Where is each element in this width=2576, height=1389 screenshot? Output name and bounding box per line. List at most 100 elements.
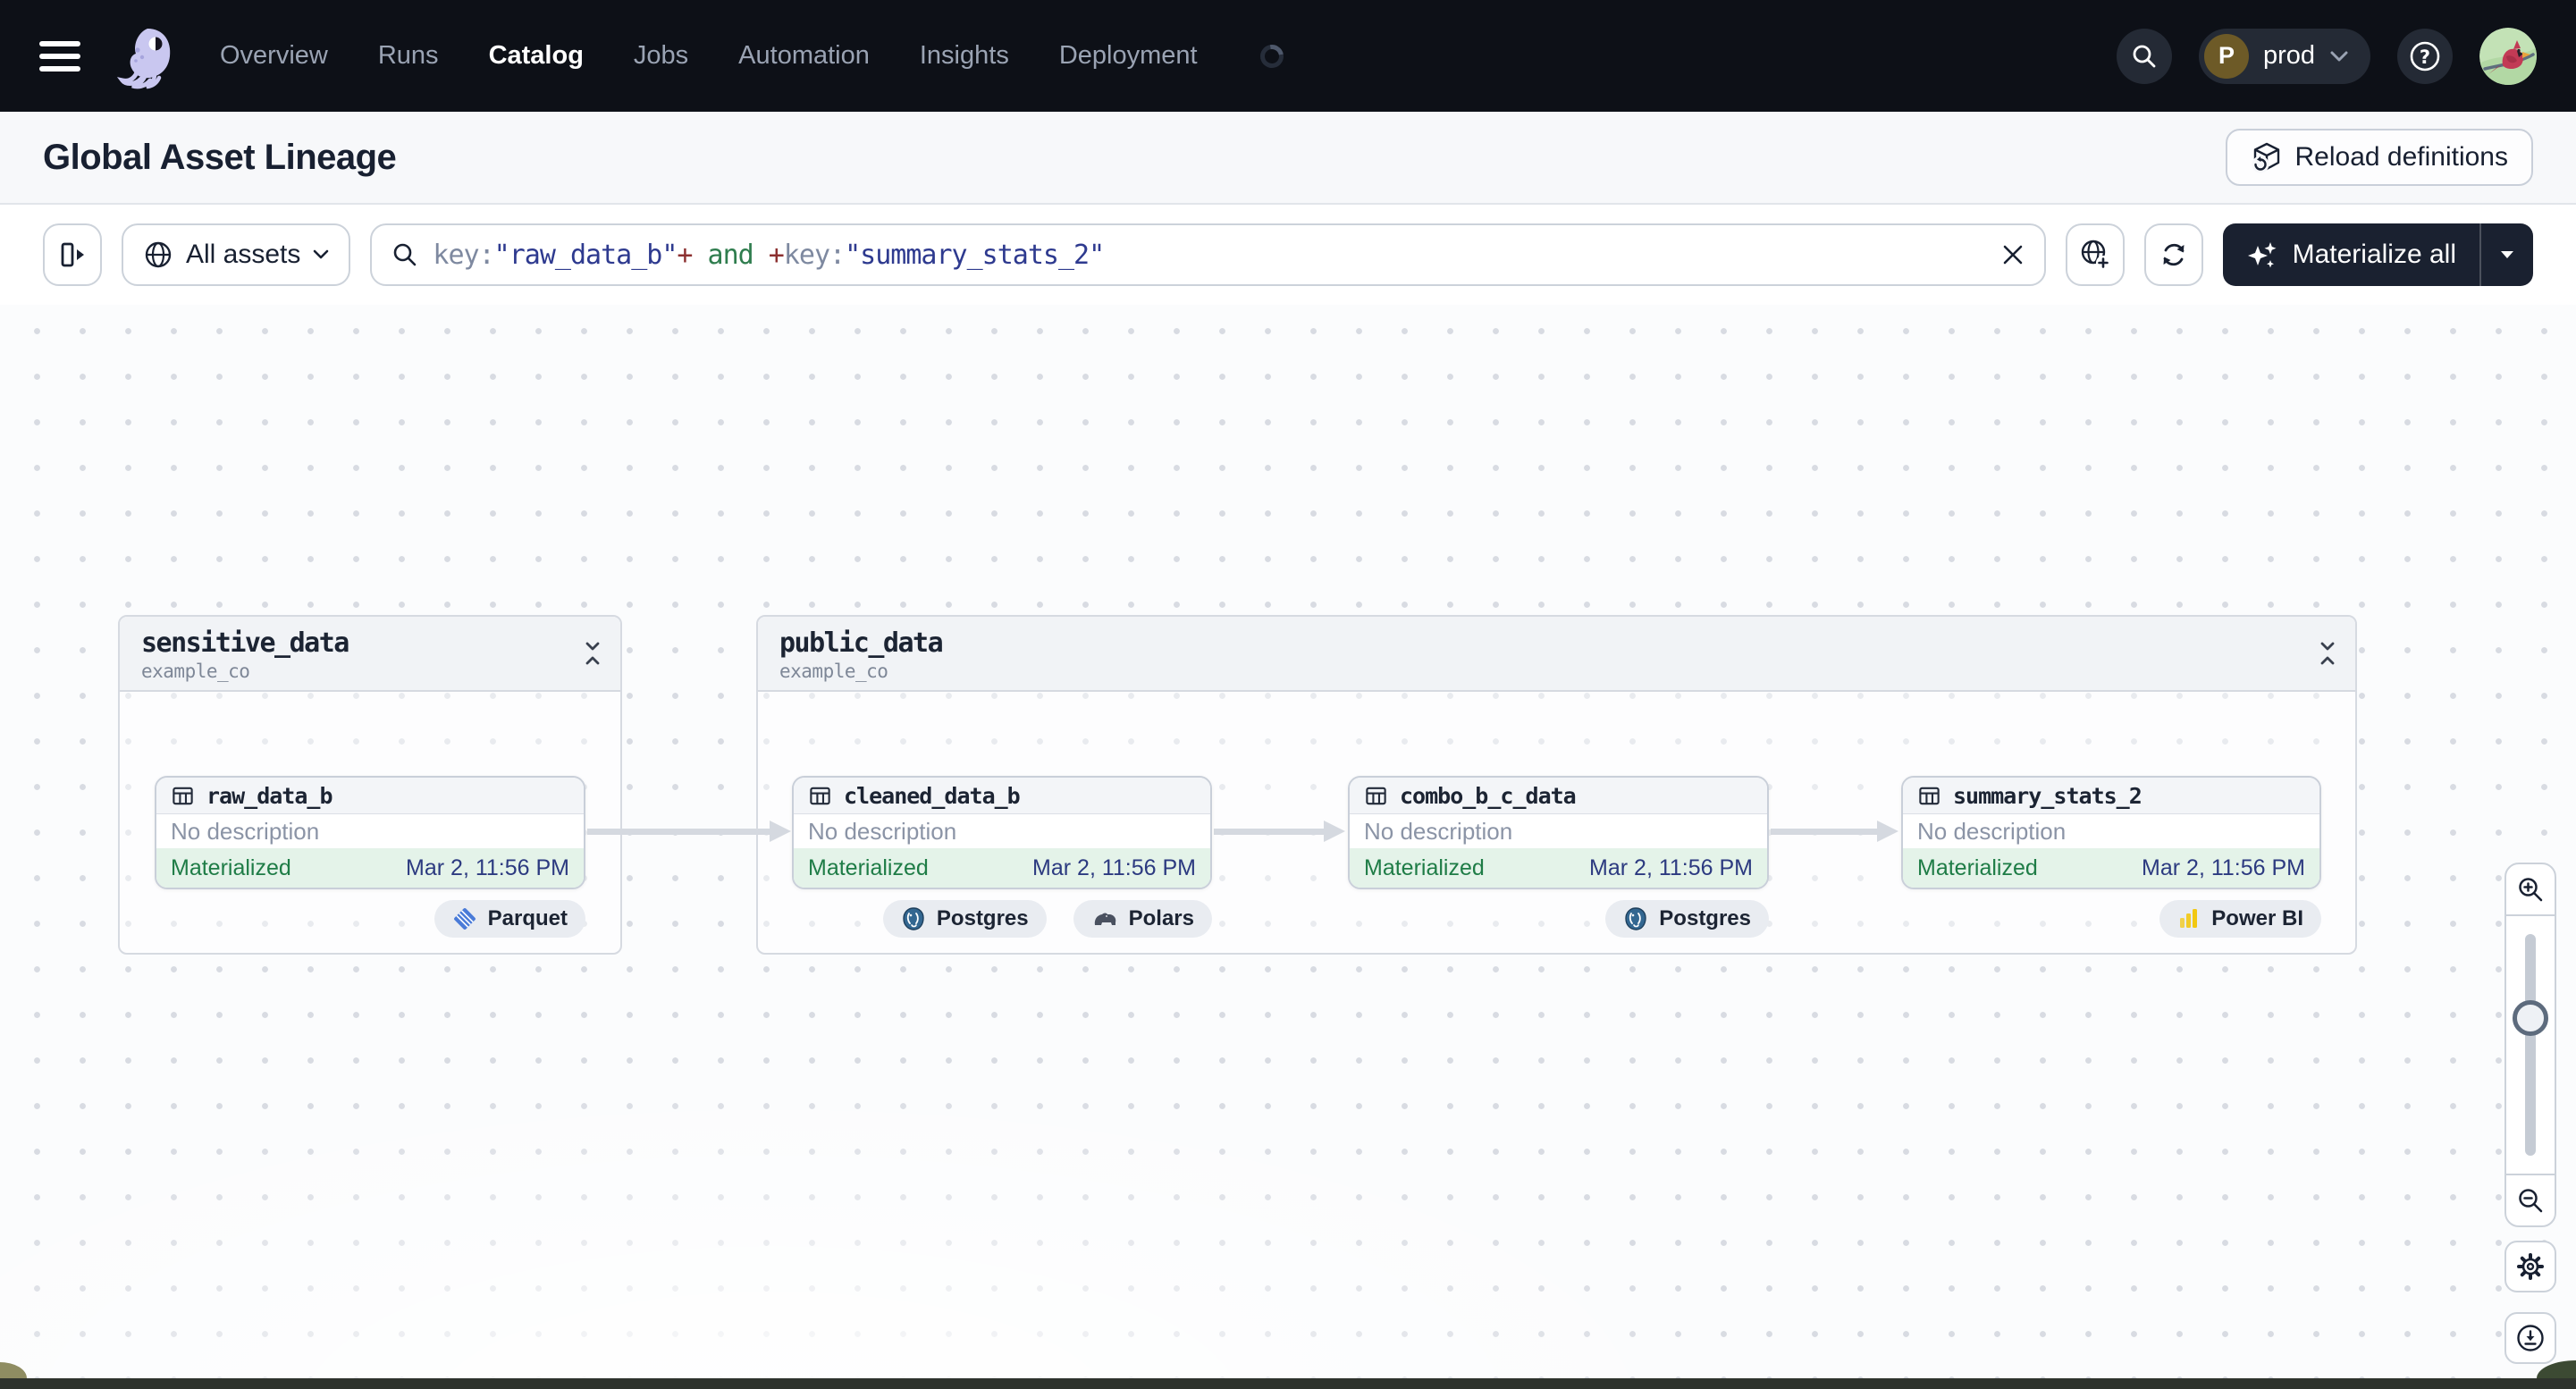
asset-search-input[interactable]: key:"raw_data_b"+ and +key:"summary_stat… — [370, 223, 2046, 286]
asset-node-raw-data-b[interactable]: raw_data_b No description Materialized M… — [155, 776, 585, 889]
page-title: Global Asset Lineage — [43, 137, 397, 177]
group-header[interactable]: sensitive_data example_co — [120, 617, 620, 692]
table-icon — [1919, 787, 1940, 804]
download-icon — [2517, 1325, 2544, 1351]
group-location: example_co — [141, 661, 250, 682]
postgres-logo-icon — [1625, 907, 1646, 930]
tag-label: Power BI — [2211, 906, 2303, 930]
zoom-slider-track[interactable] — [2525, 934, 2536, 1156]
chevron-down-icon — [2330, 51, 2348, 61]
reload-cube-icon — [2252, 142, 2279, 173]
dagster-logo-icon — [116, 28, 171, 88]
asset-scope-dropdown[interactable]: All assets — [122, 223, 351, 286]
nav-item-automation[interactable]: Automation — [738, 41, 870, 71]
nav-right-cluster: P prod ? — [2116, 27, 2537, 85]
tag-label: Postgres — [1659, 906, 1751, 930]
postgres-logo-icon — [903, 907, 924, 930]
tag-polars[interactable]: Polars — [1073, 900, 1212, 938]
asset-node-header: summary_stats_2 — [1903, 778, 2319, 814]
collapse-icon — [585, 642, 600, 665]
asset-description: No description — [1364, 817, 1513, 845]
search-query: key:"raw_data_b"+ and +key:"summary_stat… — [433, 239, 1105, 271]
asset-scope-label: All assets — [186, 240, 301, 269]
user-avatar[interactable] — [2479, 27, 2537, 85]
materialization-timestamp[interactable]: Mar 2, 11:56 PM — [1589, 855, 1753, 881]
hamburger-menu-icon[interactable] — [39, 40, 80, 72]
nav-item-insights[interactable]: Insights — [920, 41, 1009, 71]
lineage-edge — [587, 821, 791, 842]
asset-node-summary-stats-2[interactable]: summary_stats_2 No description Materiali… — [1901, 776, 2321, 889]
workspace-switcher[interactable]: P prod — [2198, 28, 2370, 84]
help-button[interactable]: ? — [2397, 28, 2453, 84]
parquet-logo-icon — [453, 908, 476, 930]
loading-spinner-icon — [1255, 39, 1288, 72]
nav-item-catalog[interactable]: Catalog — [489, 41, 584, 71]
zoom-in-button[interactable] — [2506, 864, 2555, 914]
open-sidebar-button[interactable] — [43, 223, 102, 286]
nav-item-jobs[interactable]: Jobs — [634, 41, 688, 71]
workspace-name: prod — [2262, 41, 2315, 70]
status-badge: Materialized — [1364, 854, 1485, 880]
materialize-all-label: Materialize all — [2292, 240, 2456, 269]
group-location: example_co — [779, 661, 888, 682]
asset-node-combo-b-c-data[interactable]: combo_b_c_data No description Materializ… — [1348, 776, 1769, 889]
status-badge: Materialized — [808, 854, 929, 880]
group-name: sensitive_data — [141, 627, 349, 659]
view-scope-button[interactable] — [2065, 223, 2125, 286]
asset-name: cleaned_data_b — [844, 782, 1021, 809]
gear-icon — [2517, 1253, 2544, 1280]
lineage-canvas[interactable]: sensitive_data example_co public_data ex… — [0, 305, 2576, 1389]
reload-definitions-button[interactable]: Reload definitions — [2225, 129, 2533, 186]
search-button[interactable] — [2116, 28, 2172, 84]
zoom-slider-thumb[interactable] — [2513, 1000, 2548, 1036]
lineage-edge — [1771, 821, 1898, 842]
asset-node-header: cleaned_data_b — [794, 778, 1210, 814]
materialization-timestamp[interactable]: Mar 2, 11:56 PM — [406, 855, 569, 881]
table-icon — [1366, 787, 1386, 804]
status-badge: Materialized — [171, 854, 291, 880]
tag-power-bi[interactable]: Power BI — [2159, 900, 2321, 938]
materialization-timestamp[interactable]: Mar 2, 11:56 PM — [1032, 855, 1196, 881]
asset-node-cleaned-data-b[interactable]: cleaned_data_b No description Materializ… — [792, 776, 1212, 889]
nav-item-deployment[interactable]: Deployment — [1059, 41, 1198, 71]
help-icon: ? — [2410, 41, 2440, 71]
clear-search-button[interactable] — [2001, 243, 2025, 266]
svg-text:?: ? — [2420, 46, 2430, 68]
table-icon — [810, 787, 830, 804]
asset-tags: Postgres — [1348, 900, 1769, 938]
asset-status-row: Materialized Mar 2, 11:56 PM — [1903, 848, 2319, 888]
asset-status-row: Materialized Mar 2, 11:56 PM — [794, 848, 1210, 888]
refresh-button[interactable] — [2143, 223, 2203, 286]
tag-label: Parquet — [487, 906, 568, 930]
zoom-in-icon — [2519, 878, 2543, 902]
zoom-out-button[interactable] — [2506, 1175, 2555, 1225]
graph-settings-button[interactable] — [2504, 1241, 2556, 1292]
group-header[interactable]: public_data example_co — [758, 617, 2355, 692]
asset-description: No description — [171, 817, 320, 845]
tag-postgres[interactable]: Postgres — [882, 900, 1047, 938]
status-badge: Materialized — [1917, 854, 2038, 880]
tag-label: Postgres — [936, 906, 1029, 930]
materialize-all-button[interactable]: Materialize all — [2223, 223, 2479, 286]
tag-parquet[interactable]: Parquet — [434, 900, 585, 938]
collapse-group-button[interactable] — [2318, 640, 2337, 667]
materialize-options-button[interactable] — [2481, 223, 2533, 286]
top-nav-bar: Overview Runs Catalog Jobs Automation In… — [0, 0, 2576, 112]
canvas-glow — [0, 978, 2576, 1389]
workspace-avatar: P — [2203, 33, 2249, 79]
zoom-slider[interactable] — [2506, 916, 2555, 1174]
panel-expand-icon — [61, 242, 84, 267]
asset-name: summary_stats_2 — [1953, 782, 2142, 809]
asset-status-row: Materialized Mar 2, 11:56 PM — [1350, 848, 1767, 888]
collapse-group-button[interactable] — [583, 640, 602, 667]
materialization-timestamp[interactable]: Mar 2, 11:56 PM — [2142, 855, 2305, 881]
download-image-button[interactable] — [2504, 1312, 2556, 1364]
asset-status-row: Materialized Mar 2, 11:56 PM — [156, 848, 584, 888]
tag-label: Polars — [1128, 906, 1194, 930]
tag-postgres[interactable]: Postgres — [1605, 900, 1769, 938]
bottom-strip — [0, 1378, 2576, 1389]
asset-node-header: combo_b_c_data — [1350, 778, 1767, 814]
globe-add-icon — [2081, 240, 2110, 270]
nav-item-overview[interactable]: Overview — [220, 41, 328, 71]
nav-item-runs[interactable]: Runs — [378, 41, 439, 71]
